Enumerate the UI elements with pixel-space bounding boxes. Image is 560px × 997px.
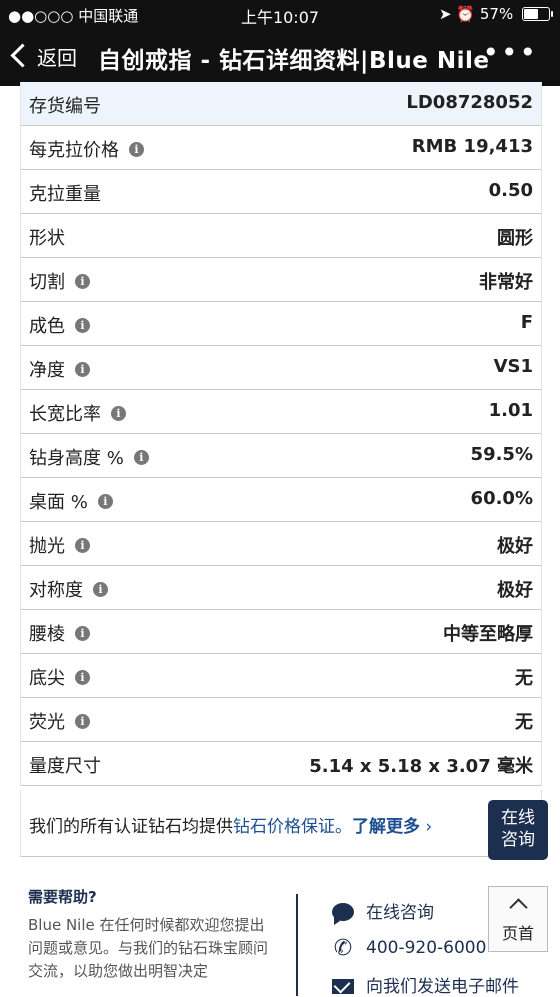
price-guarantee-row: 我们的所有认证钻石均提供钻石价格保证。了解更多 › — [20, 790, 542, 857]
spec-value: 非常好 — [479, 272, 533, 293]
spec-value: 59.5% — [470, 444, 533, 465]
spec-row: 桌面 % i 60.0% — [21, 478, 541, 522]
back-button[interactable]: 返回 — [10, 42, 77, 71]
info-icon[interactable]: i — [75, 318, 90, 333]
live-chat-button[interactable]: 在线 咨询 — [488, 800, 548, 860]
guarantee-label: 我们的所有认证钻石均提供 — [29, 817, 233, 837]
info-icon[interactable]: i — [75, 626, 90, 641]
battery-indicator: ➤ ⏰ 57% — [439, 5, 553, 23]
spec-row: 每克拉价格 i RMB 19,413 — [21, 126, 541, 170]
spec-label: 切割 i — [29, 268, 90, 294]
chevron-up-icon — [508, 898, 528, 917]
phone-icon: ✆ — [333, 936, 353, 961]
spec-value: 无 — [515, 712, 533, 733]
spec-label: 每克拉价格 i — [29, 136, 144, 162]
spec-row: 切割 i 非常好 — [21, 258, 541, 302]
contact-phone[interactable]: ✆ 400-920-6000 — [330, 936, 487, 961]
spec-row: 荧光 i 无 — [21, 698, 541, 742]
alarm-icon: ⏰ — [456, 5, 476, 23]
spec-row: 底尖 i 无 — [21, 654, 541, 698]
contact-live-chat[interactable]: 在线咨询 — [330, 898, 434, 925]
spec-label: 钻身高度 % i — [29, 444, 149, 470]
help-description: Blue Nile 在任何时候都欢迎您提出问题或意见。与我们的钻石珠宝顾问交流，… — [28, 916, 269, 980]
contact-phone-label: 400-920-6000 — [366, 938, 487, 958]
spec-value: 无 — [515, 668, 533, 689]
spec-value: F — [520, 312, 533, 333]
spec-value: 中等至略厚 — [443, 624, 533, 645]
spec-value: 圆形 — [497, 228, 533, 249]
spec-value: 5.14 x 5.18 x 3.07 毫米 — [309, 756, 533, 777]
page-title: 自创戒指 - 钻石详细资料|Blue Nile — [98, 48, 490, 74]
info-icon[interactable]: i — [93, 582, 108, 597]
spec-value: 60.0% — [470, 488, 533, 509]
spec-row: 形状 圆形 — [21, 214, 541, 258]
battery-icon — [522, 7, 553, 21]
spec-label: 克拉重量 — [29, 184, 101, 205]
battery-percent: 57% — [479, 5, 514, 23]
spec-row: 成色 i F — [21, 302, 541, 346]
spec-row: 对称度 i 极好 — [21, 566, 541, 610]
learn-more-link[interactable]: 了解更多 › — [352, 817, 432, 837]
spec-row: 抛光 i 极好 — [21, 522, 541, 566]
spec-row: 存货编号 LD08728052 — [21, 82, 541, 126]
info-icon[interactable]: i — [133, 450, 149, 465]
spec-value: LD08728052 — [406, 92, 533, 113]
spec-value: 极好 — [497, 580, 533, 601]
spec-row: 腰棱 i 中等至略厚 — [21, 610, 541, 654]
more-menu-button[interactable]: ••• — [482, 36, 538, 69]
spec-value: VS1 — [493, 356, 533, 377]
live-chat-line1: 在线 — [501, 808, 535, 828]
back-to-top-button[interactable]: 页首 — [488, 886, 548, 952]
spec-row: 克拉重量 0.50 — [21, 170, 541, 214]
chat-bubble-icon — [332, 903, 354, 925]
info-icon[interactable]: i — [75, 670, 90, 685]
spec-label: 成色 i — [29, 312, 90, 338]
location-icon: ➤ — [439, 5, 452, 23]
spec-label: 底尖 i — [29, 664, 90, 690]
contact-live-chat-label: 在线咨询 — [366, 903, 434, 923]
help-heading: 需要帮助? — [28, 888, 97, 906]
status-bar: ●●○○○ 中国联通 上午10:07 ➤ ⏰ 57% — [0, 0, 560, 28]
diamond-spec-table: 存货编号 LD08728052 每克拉价格 i RMB 19,413 克拉重量 0.50 形状… — [20, 82, 542, 786]
spec-row: 量度尺寸 5.14 x 5.18 x 3.07 毫米 — [21, 742, 541, 786]
spec-label: 对称度 i — [29, 576, 108, 602]
spec-label: 长宽比率 i — [29, 400, 126, 426]
help-divider — [296, 894, 298, 996]
price-guarantee-link[interactable]: 钻石价格保证。 — [233, 817, 352, 837]
spec-label: 存货编号 — [29, 96, 101, 117]
spec-label: 抛光 i — [29, 532, 90, 558]
contact-email[interactable]: 向我们发送电子邮件 — [330, 972, 519, 997]
spec-row: 钻身高度 % i 59.5% — [21, 434, 541, 478]
chevron-left-icon — [10, 43, 35, 68]
info-icon[interactable]: i — [111, 406, 126, 421]
spec-label: 净度 i — [29, 356, 90, 382]
spec-label: 桌面 % i — [29, 488, 113, 514]
spec-label: 荧光 i — [29, 708, 90, 734]
spec-value: 1.01 — [488, 400, 533, 421]
info-icon[interactable]: i — [129, 142, 144, 157]
spec-label: 形状 — [29, 228, 65, 249]
back-to-top-label: 页首 — [501, 924, 534, 943]
mail-icon — [332, 979, 354, 994]
spec-label: 量度尺寸 — [29, 756, 101, 777]
back-label: 返回 — [37, 46, 77, 70]
spec-label: 腰棱 i — [29, 620, 90, 646]
spec-row: 长宽比率 i 1.01 — [21, 390, 541, 434]
guarantee-text: 我们的所有认证钻石均提供钻石价格保证。了解更多 › — [29, 812, 432, 837]
live-chat-line2: 咨询 — [501, 830, 535, 850]
contact-email-label: 向我们发送电子邮件 — [366, 977, 519, 997]
info-icon[interactable]: i — [97, 494, 113, 509]
info-icon[interactable]: i — [75, 538, 90, 553]
info-icon[interactable]: i — [75, 714, 90, 729]
spec-row: 净度 i VS1 — [21, 346, 541, 390]
navigation-bar: 返回 自创戒指 - 钻石详细资料|Blue Nile ••• — [0, 28, 560, 86]
info-icon[interactable]: i — [75, 274, 90, 289]
spec-value: 极好 — [497, 536, 533, 557]
info-icon[interactable]: i — [75, 362, 90, 377]
spec-value: RMB 19,413 — [411, 136, 533, 157]
spec-value: 0.50 — [488, 180, 533, 201]
chevron-right-icon: › — [425, 817, 433, 837]
